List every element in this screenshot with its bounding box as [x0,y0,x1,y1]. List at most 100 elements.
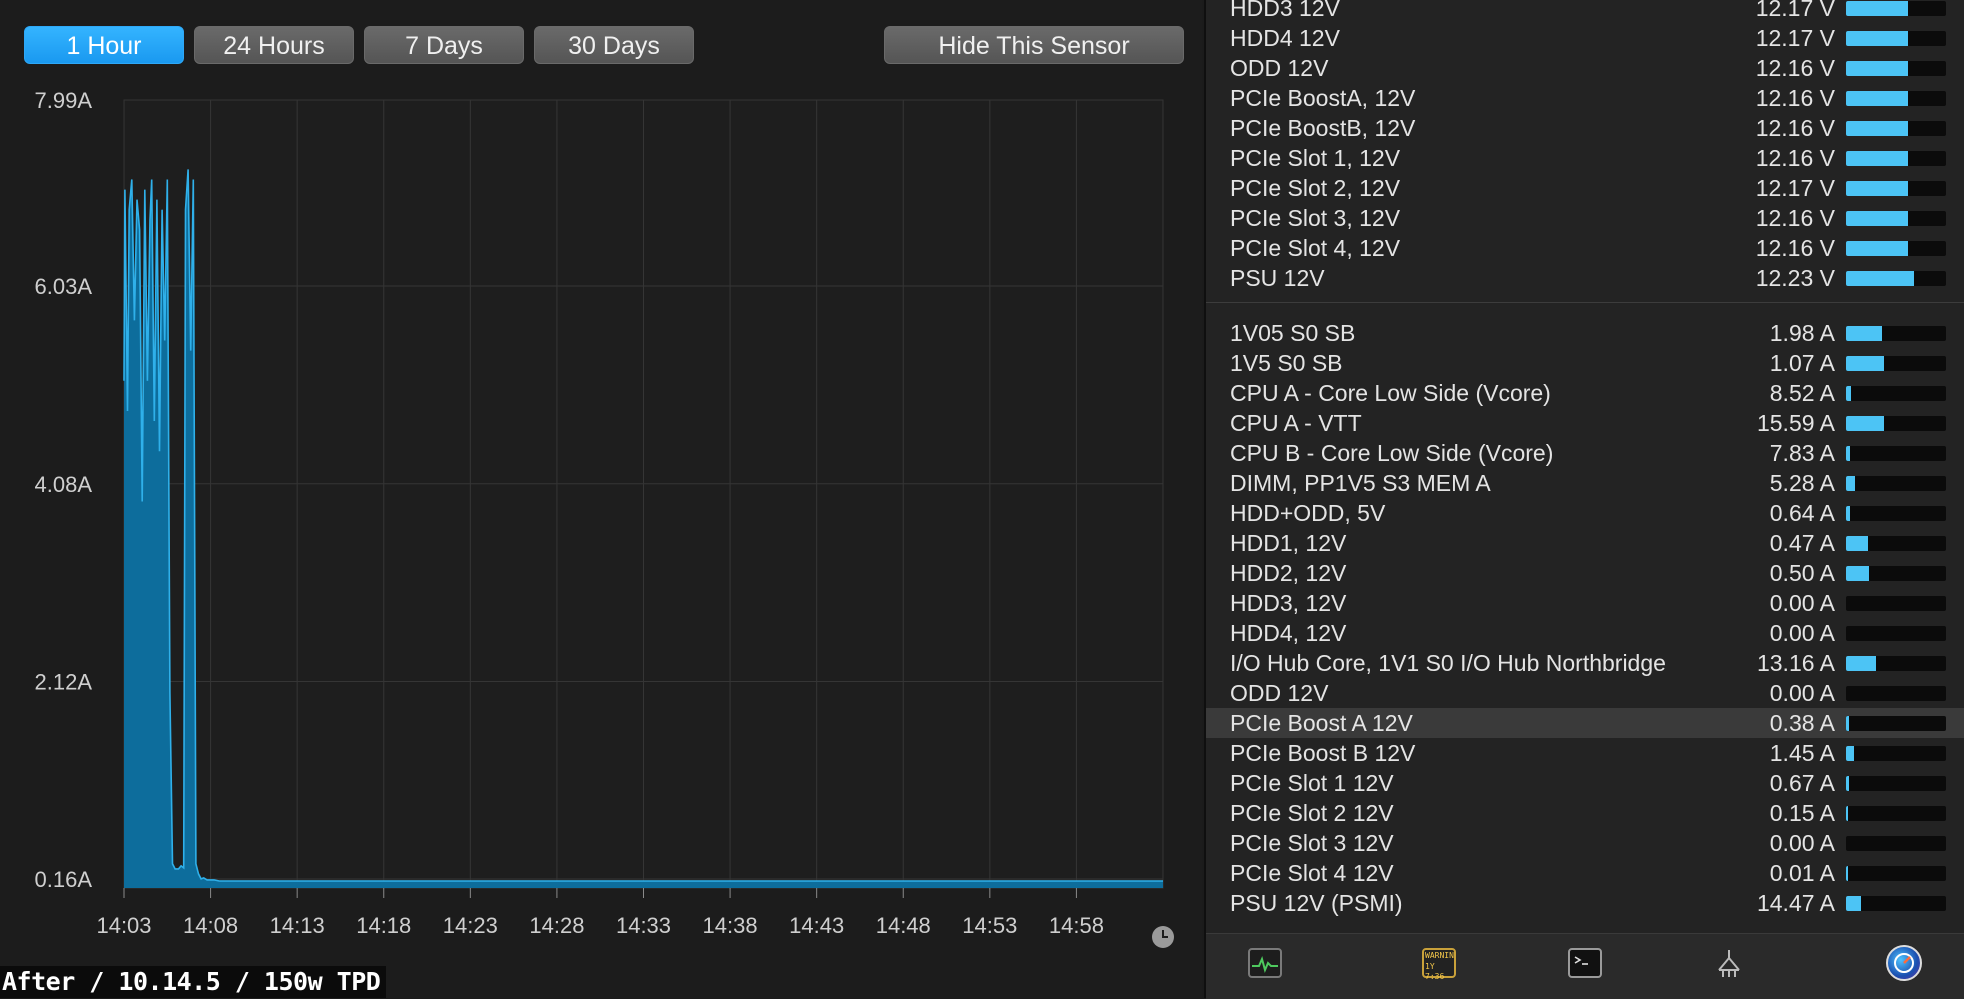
current-row[interactable]: PCIe Slot 2 12V 0.15 A [1206,798,1964,828]
voltage-row[interactable]: PCIe Slot 1, 12V 12.16 V [1206,143,1964,173]
sensor-name: PCIe BoostB, 12V [1230,115,1416,141]
voltage-row[interactable]: PCIe Slot 2, 12V 12.17 V [1206,173,1964,203]
console-time-label: 1Y 7:36 [1425,962,1445,981]
sensor-value: 15.59 A [1756,410,1835,436]
y-tick-label: 6.03A [35,274,93,299]
heartbeat-line [1252,955,1278,974]
sensor-level-fill [1846,1,1908,16]
voltage-row[interactable]: ODD 12V 12.16 V [1206,53,1964,83]
sensor-value: 12.16 V [1755,235,1835,261]
sensor-level-bar [1846,241,1946,256]
sensor-level-bar [1846,91,1946,106]
console-icon[interactable]: WARNIN 1Y 7:36 [1422,948,1456,981]
hide-sensor-button[interactable]: Hide This Sensor [884,26,1184,64]
current-row[interactable]: PCIe Boost B 12V 1.45 A [1206,738,1964,768]
sensor-value: 0.64 A [1769,500,1835,526]
voltage-row[interactable]: PSU 12V 12.23 V [1206,263,1964,293]
sensor-level-bar [1846,416,1946,431]
current-row[interactable]: PCIe Slot 4 12V 0.01 A [1206,858,1964,888]
sensor-name: PCIe Slot 3, 12V [1230,205,1401,231]
sensor-level-bar [1846,121,1946,136]
sensor-name: HDD4, 12V [1230,620,1347,646]
current-row[interactable]: CPU A - Core Low Side (Vcore) 8.52 A [1206,378,1964,408]
sensor-level-fill [1846,91,1908,106]
range-30-days-button[interactable]: 30 Days [534,26,694,64]
sensor-level-bar [1846,566,1946,581]
sensor-value: 1.98 A [1769,320,1835,346]
current-row[interactable]: I/O Hub Core, 1V1 S0 I/O Hub Northbridge… [1206,648,1964,678]
terminal-icon[interactable] [1568,948,1602,978]
sensor-name: HDD3, 12V [1230,590,1347,616]
sensor-value: 12.16 V [1755,205,1835,231]
current-row[interactable]: HDD3, 12V 0.00 A [1206,588,1964,618]
y-tick-label: 4.08A [35,472,93,497]
current-row[interactable]: ODD 12V 0.00 A [1206,678,1964,708]
current-row[interactable]: HDD4, 12V 0.00 A [1206,618,1964,648]
sensor-level-fill [1846,446,1850,461]
y-tick-label: 2.12A [35,670,93,695]
range-7-days-button[interactable]: 7 Days [364,26,524,64]
current-row[interactable]: PCIe Boost A 12V 0.38 A [1206,708,1964,738]
activity-monitor-icon[interactable] [1248,948,1282,978]
screenshot-caption: After / 10.14.5 / 150w TPD [0,966,387,998]
current-row[interactable]: HDD2, 12V 0.50 A [1206,558,1964,588]
voltage-row[interactable]: PCIe Slot 3, 12V 12.16 V [1206,203,1964,233]
voltage-row[interactable]: PCIe Slot 4, 12V 12.16 V [1206,233,1964,263]
sensor-history-pane: 1 Hour 24 Hours 7 Days 30 Days Hide This… [0,0,1202,998]
current-row[interactable]: CPU B - Core Low Side (Vcore) 7.83 A [1206,438,1964,468]
istat-menus-icon[interactable] [1886,945,1922,981]
x-tick-label: 14:18 [356,913,411,938]
x-tick-label: 14:28 [529,913,584,938]
sensor-name: CPU A - Core Low Side (Vcore) [1230,380,1551,406]
x-tick-label: 14:38 [703,913,758,938]
voltage-row[interactable]: HDD4 12V 12.17 V [1206,23,1964,53]
sensor-level-bar [1846,806,1946,821]
sensor-value: 12.23 V [1755,265,1835,291]
current-row[interactable]: PSU 12V (PSMI) 14.47 A [1206,888,1964,918]
current-row[interactable]: PCIe Slot 1 12V 0.67 A [1206,768,1964,798]
sensor-name: HDD1, 12V [1230,530,1347,556]
sensor-history-chart: 7.99A 6.03A 4.08A 2.12A 0.16A14:03 14:08 14:13… [35,88,1164,938]
y-tick-label: 7.99A [35,88,93,113]
sensor-name: PSU 12V (PSMI) [1230,890,1403,916]
sensor-level-bar [1846,746,1946,761]
current-row[interactable]: CPU A - VTT 15.59 A [1206,408,1964,438]
sensor-name: PCIe Slot 1, 12V [1230,145,1401,171]
x-tick-label: 14:08 [183,913,238,938]
sensor-value: 0.38 A [1769,710,1835,736]
sensor-level-bar [1846,31,1946,46]
sensor-name: PCIe Boost A 12V [1230,710,1413,736]
sensor-name: 1V05 S0 SB [1230,320,1356,346]
current-row[interactable]: HDD+ODD, 5V 0.64 A [1206,498,1964,528]
current-row[interactable]: PCIe Slot 3 12V 0.00 A [1206,828,1964,858]
voltage-row[interactable]: PCIe BoostA, 12V 12.16 V [1206,83,1964,113]
sensor-level-fill [1846,866,1848,881]
sensor-level-bar [1846,326,1946,341]
sensor-level-fill [1846,211,1908,226]
sensor-level-bar [1846,151,1946,166]
network-glyph [1718,950,1740,977]
range-24-hours-button[interactable]: 24 Hours [194,26,354,64]
sensor-value: 12.16 V [1755,55,1835,81]
voltage-row[interactable]: PCIe BoostB, 12V 12.16 V [1206,113,1964,143]
voltage-row[interactable]: HDD3 12V 12.17 V [1206,0,1964,23]
current-row[interactable]: 1V05 S0 SB 1.98 A [1206,318,1964,348]
sensor-level-fill [1846,386,1851,401]
sensor-level-bar [1846,386,1946,401]
sensor-value: 5.28 A [1769,470,1835,496]
sensor-level-bar [1846,626,1946,641]
current-sensor-list: 1V05 S0 SB 1.98 A 1V5 S0 SB 1.07 A CPU A - C… [1206,318,1964,918]
sensor-level-fill [1846,506,1850,521]
sensor-level-bar [1846,656,1946,671]
sensor-level-bar [1846,181,1946,196]
current-row[interactable]: 1V5 S0 SB 1.07 A [1206,348,1964,378]
sensor-level-fill [1846,326,1882,341]
current-row[interactable]: DIMM, PP1V5 S3 MEM A 5.28 A [1206,468,1964,498]
sensor-level-bar [1846,596,1946,611]
range-1-hour-button[interactable]: 1 Hour [24,26,184,64]
current-row[interactable]: HDD1, 12V 0.47 A [1206,528,1964,558]
x-tick-label: 14:43 [789,913,844,938]
sensor-name: I/O Hub Core, 1V1 S0 I/O Hub Northbridge [1230,650,1666,676]
clock-icon[interactable] [1152,926,1174,948]
network-utility-icon[interactable] [1712,948,1746,978]
